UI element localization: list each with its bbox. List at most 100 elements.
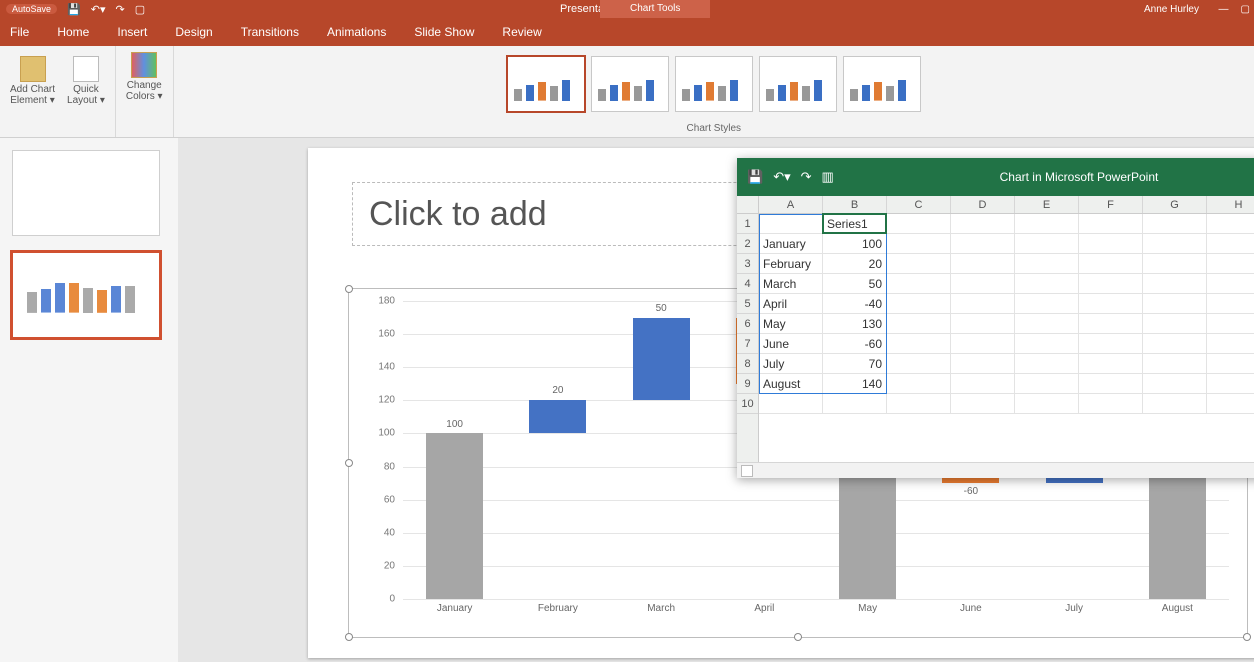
save-icon[interactable]: 💾 (67, 3, 81, 16)
tab-insert[interactable]: Insert (117, 25, 147, 39)
xl-redo-icon[interactable]: ↷ (801, 169, 812, 185)
signed-in-user[interactable]: Anne Hurley (1144, 4, 1199, 15)
xl-cells[interactable]: Series1January100February20March50April-… (759, 214, 1254, 462)
chart-style-thumb[interactable] (591, 56, 669, 112)
xl-cell[interactable] (1207, 294, 1254, 314)
xl-col-header[interactable]: H (1207, 196, 1254, 213)
xl-row-header[interactable]: 4 (737, 274, 758, 294)
xl-cell[interactable] (1079, 374, 1143, 394)
xl-cell[interactable] (951, 394, 1015, 414)
xl-cell[interactable] (1015, 214, 1079, 234)
chart-data-window[interactable]: 💾 ↶▾ ↷ ▥ Chart in Microsoft PowerPoint ✕… (737, 158, 1254, 478)
xl-row-header[interactable]: 1 (737, 214, 758, 234)
xl-cell[interactable] (887, 314, 951, 334)
xl-cell[interactable] (1079, 334, 1143, 354)
xl-col-header[interactable]: B (823, 196, 887, 213)
xl-row-header[interactable]: 7 (737, 334, 758, 354)
redo-icon[interactable]: ↷ (115, 3, 124, 16)
xl-save-icon[interactable]: 💾 (747, 169, 763, 185)
tab-home[interactable]: Home (57, 25, 89, 39)
xl-row-header[interactable]: 10 (737, 394, 758, 414)
xl-undo-icon[interactable]: ↶▾ (773, 169, 790, 185)
tab-review[interactable]: Review (502, 25, 541, 39)
xl-cell[interactable] (1015, 334, 1079, 354)
xl-row-header[interactable]: 8 (737, 354, 758, 374)
add-chart-element-button[interactable]: Add Chart Element ▾ (6, 54, 59, 108)
xl-cell[interactable] (1207, 374, 1254, 394)
xl-cell[interactable] (1143, 254, 1207, 274)
xl-cell[interactable] (887, 274, 951, 294)
xl-cell[interactable] (1015, 394, 1079, 414)
tab-transitions[interactable]: Transitions (241, 25, 299, 39)
xl-cell[interactable] (759, 394, 823, 414)
xl-cell[interactable] (951, 234, 1015, 254)
xl-row-header[interactable]: 6 (737, 314, 758, 334)
xl-cell[interactable] (951, 334, 1015, 354)
tab-file[interactable]: File (10, 25, 29, 39)
xl-cell[interactable] (1207, 314, 1254, 334)
xl-cell[interactable] (1079, 234, 1143, 254)
xl-cell[interactable] (951, 254, 1015, 274)
xl-cell[interactable] (1143, 374, 1207, 394)
xl-cell[interactable] (887, 374, 951, 394)
undo-icon[interactable]: ↶▾ (91, 3, 106, 16)
slide-thumbnails-panel[interactable] (0, 138, 178, 662)
xl-cell[interactable] (887, 394, 951, 414)
xl-cell[interactable] (887, 294, 951, 314)
maximize-icon[interactable]: ▢ (1241, 4, 1250, 15)
xl-cell[interactable] (1079, 314, 1143, 334)
xl-cell[interactable] (1079, 354, 1143, 374)
xl-row-header[interactable]: 2 (737, 234, 758, 254)
slide-thumb-2[interactable] (12, 252, 160, 338)
xl-cell[interactable] (1207, 254, 1254, 274)
xl-cell[interactable] (1015, 274, 1079, 294)
chart-style-thumb[interactable] (507, 56, 585, 112)
xl-cell[interactable] (951, 314, 1015, 334)
minimize-icon[interactable]: — (1219, 4, 1229, 15)
xl-row-header[interactable]: 5 (737, 294, 758, 314)
xl-cell[interactable] (887, 214, 951, 234)
xl-cell[interactable] (951, 354, 1015, 374)
xl-cell[interactable] (1079, 214, 1143, 234)
slide-canvas[interactable]: Click to add 020406080100120140160180 10… (178, 138, 1254, 662)
xl-cell[interactable] (1079, 254, 1143, 274)
xl-cell[interactable] (1143, 214, 1207, 234)
xl-selectall-corner[interactable] (737, 196, 759, 214)
quick-layout-button[interactable]: Quick Layout ▾ (63, 54, 109, 108)
xl-cell[interactable] (1079, 294, 1143, 314)
tab-design[interactable]: Design (175, 25, 212, 39)
xl-cell[interactable] (1015, 254, 1079, 274)
chart-tools-tab[interactable]: Chart Tools (600, 0, 710, 18)
xl-cell[interactable] (1143, 234, 1207, 254)
xl-cell[interactable] (887, 234, 951, 254)
xl-cell[interactable] (1207, 234, 1254, 254)
xl-cell[interactable] (951, 274, 1015, 294)
xl-active-cell[interactable] (822, 213, 887, 234)
xl-cell[interactable] (951, 374, 1015, 394)
chart-styles-gallery[interactable] (501, 50, 927, 123)
xl-cell[interactable] (1207, 354, 1254, 374)
tab-slideshow[interactable]: Slide Show (414, 25, 474, 39)
change-colors-button[interactable]: Change Colors ▾ (122, 50, 167, 104)
xl-cell[interactable] (1143, 274, 1207, 294)
tab-animations[interactable]: Animations (327, 25, 386, 39)
xl-row-header[interactable]: 3 (737, 254, 758, 274)
xl-col-header[interactable]: A (759, 196, 823, 213)
xl-cell[interactable] (951, 214, 1015, 234)
xl-col-header[interactable]: G (1143, 196, 1207, 213)
xl-cell[interactable] (1015, 354, 1079, 374)
xl-cell[interactable] (887, 254, 951, 274)
chart-style-thumb[interactable] (675, 56, 753, 112)
xl-cell[interactable] (1015, 234, 1079, 254)
chart-style-thumb[interactable] (843, 56, 921, 112)
xl-cell[interactable] (1207, 394, 1254, 414)
xl-col-header[interactable]: F (1079, 196, 1143, 213)
xl-cell[interactable] (1143, 334, 1207, 354)
scroll-left-icon[interactable] (741, 465, 753, 477)
xl-cell[interactable] (1015, 294, 1079, 314)
xl-cell[interactable] (1207, 274, 1254, 294)
xl-row-header[interactable]: 9 (737, 374, 758, 394)
xl-cell[interactable] (887, 354, 951, 374)
chart-style-thumb[interactable] (759, 56, 837, 112)
xl-cell[interactable] (1079, 274, 1143, 294)
